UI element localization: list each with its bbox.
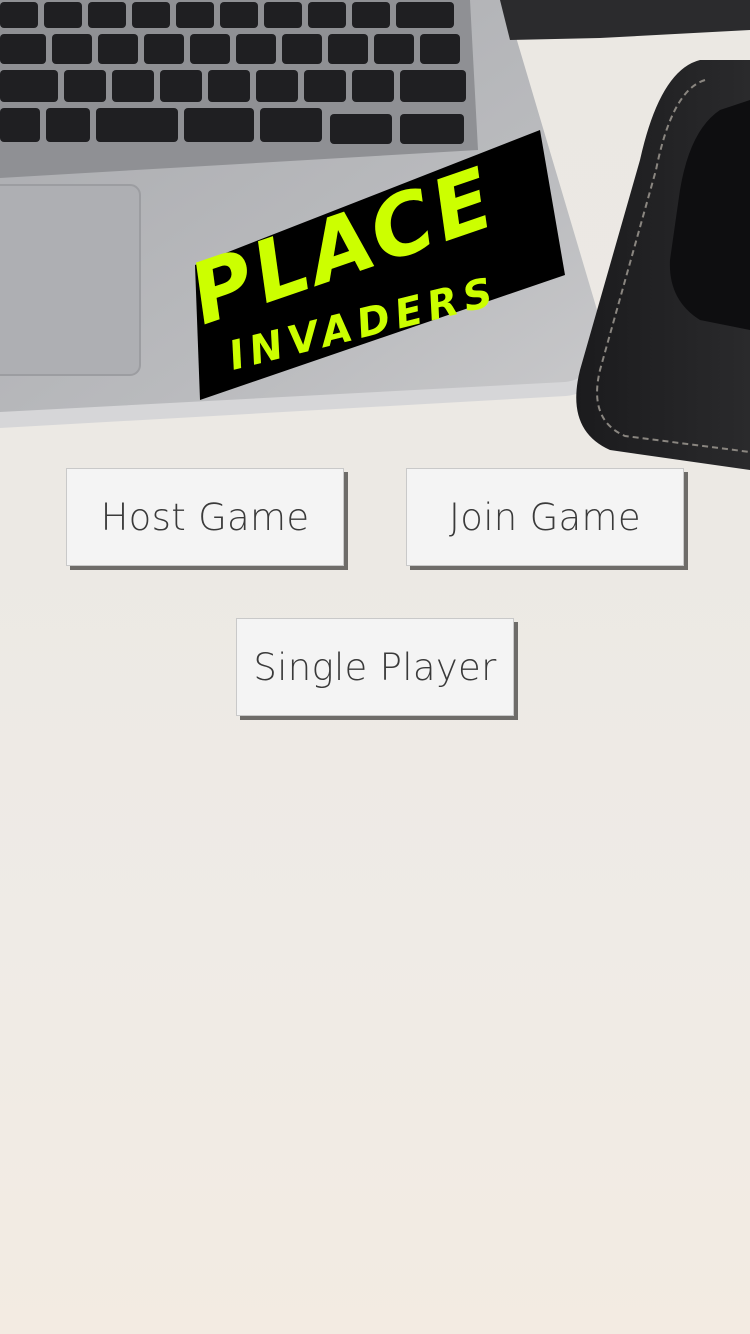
cable — [500, 0, 750, 40]
single-player-button[interactable]: Single Player — [236, 618, 514, 716]
host-game-button[interactable]: Host Game — [66, 468, 344, 566]
game-logo: PLACE INVADERS — [195, 130, 565, 400]
join-game-button[interactable]: Join Game — [406, 468, 684, 566]
mouse-pad — [576, 60, 750, 470]
